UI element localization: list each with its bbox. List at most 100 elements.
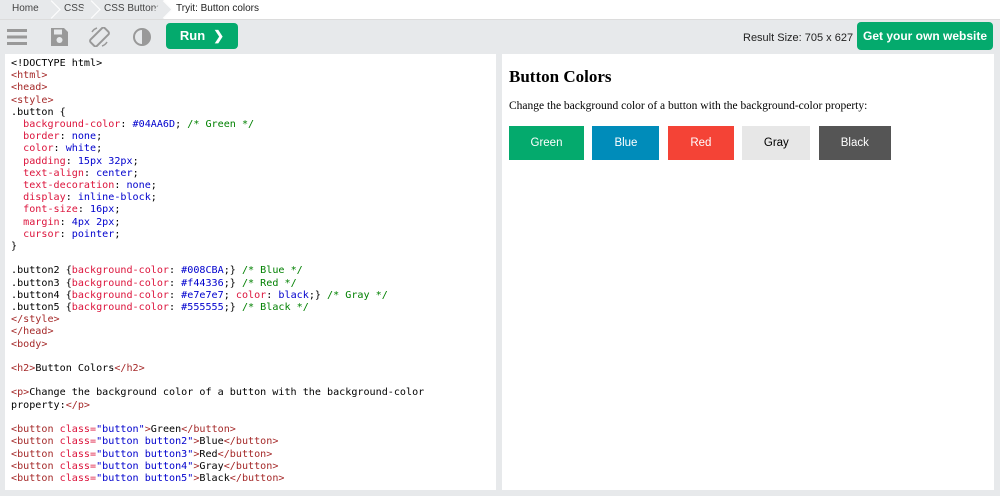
code-token: ; <box>114 228 121 240</box>
code-token: : <box>65 192 78 204</box>
code-token: : <box>53 143 66 155</box>
green-button[interactable]: Green <box>509 126 584 160</box>
code-token: Green <box>150 424 182 436</box>
code-token: </p> <box>65 399 91 411</box>
code-token: class= <box>53 460 97 472</box>
code-line: cursor: pointer; <box>11 229 120 240</box>
code-token: inline-block <box>77 192 151 204</box>
code-token: </button> <box>181 424 236 436</box>
code-token: <button <box>11 472 54 484</box>
code-token: 15px 32px <box>77 155 133 167</box>
code-token: ; <box>96 143 103 155</box>
code-token: Blue <box>199 436 224 448</box>
code-editor[interactable]: <!DOCTYPE html> <html> <head> <style> .b… <box>5 54 496 490</box>
code-token: 4px 2px <box>71 216 115 228</box>
code-line: .button { <box>11 107 66 118</box>
code-line: property:</p> <box>11 400 90 411</box>
code-token: ; <box>132 155 139 167</box>
code-token: font-size <box>23 204 78 216</box>
code-token: .button { <box>11 106 66 118</box>
code-token: class= <box>53 472 97 484</box>
code-token: text-align <box>23 167 84 179</box>
code-token: : <box>77 204 91 216</box>
code-line: background-color: #04AA6D; /* Green */ <box>11 119 254 130</box>
code-token: : <box>114 180 127 192</box>
code-token: </button> <box>217 448 273 460</box>
code-token: 16px <box>90 204 115 216</box>
code-token: "button" <box>96 424 145 436</box>
theme-toggle-icon[interactable] <box>131 27 153 47</box>
code-token: /* Red */ <box>241 277 297 289</box>
code-text[interactable]: <!DOCTYPE html> <html> <head> <style> .b… <box>5 54 496 485</box>
gray-button[interactable]: Gray <box>742 126 811 160</box>
code-token: <button <box>11 460 54 472</box>
code-token: #e7e7e7 <box>181 289 224 301</box>
code-line: </style> <box>11 314 60 325</box>
breadcrumb: Home CSS CSS Buttons Tryit: Button color… <box>0 0 1000 20</box>
code-token: .button4 { <box>11 289 72 301</box>
code-token: <h2> <box>11 363 36 375</box>
run-button[interactable]: Run ❯ <box>166 23 238 49</box>
code-line: .button2 {background-color: #008CBA;} /*… <box>11 265 303 276</box>
code-token: ; <box>96 131 103 143</box>
code-token: : <box>120 119 133 131</box>
result-panel: Button Colors Change the background colo… <box>502 54 994 490</box>
menu-icon[interactable] <box>7 27 29 47</box>
code-token: <button <box>11 424 54 436</box>
code-token: ; <box>150 180 157 192</box>
code-token: Black <box>199 472 230 484</box>
code-token: #555555 <box>181 302 224 314</box>
code-token: <button <box>11 448 54 460</box>
code-token: background-color <box>71 277 170 289</box>
code-line: </head> <box>11 326 54 337</box>
code-token: : <box>65 155 78 167</box>
code-token: text-decoration <box>23 180 115 192</box>
code-token: "button button5" <box>96 472 194 484</box>
code-token: pointer <box>71 228 115 240</box>
breadcrumb-home[interactable]: Home <box>0 0 61 19</box>
red-button[interactable]: Red <box>667 126 734 160</box>
code-token: #04AA6D <box>132 119 176 131</box>
code-token: #f44336 <box>181 277 224 289</box>
blue-button[interactable]: Blue <box>592 126 660 160</box>
code-token: </head> <box>11 326 54 338</box>
code-token: "button button2" <box>96 436 194 448</box>
code-token: : <box>59 131 72 143</box>
code-token: : <box>169 265 182 277</box>
rotate-orientation-icon[interactable] <box>89 27 111 47</box>
code-token: <style> <box>11 94 54 106</box>
code-line: <head> <box>11 82 47 93</box>
code-token: ; <box>223 289 236 301</box>
code-token: </button> <box>223 436 279 448</box>
code-line: display: inline-block; <box>11 192 157 203</box>
code-token: /* Black */ <box>241 302 309 314</box>
chevron-right-icon: ❯ <box>213 28 225 43</box>
code-line: color: white; <box>11 143 102 154</box>
code-token: ; <box>132 167 139 179</box>
code-token: class= <box>53 436 97 448</box>
black-button[interactable]: Black <box>818 126 891 160</box>
code-token: : <box>169 277 182 289</box>
code-token: .button3 { <box>11 277 72 289</box>
code-token: ; <box>175 119 188 131</box>
code-token: /* Gray */ <box>327 289 388 301</box>
result-size: Result Size: 705 x 627 <box>743 32 854 44</box>
code-line: <body> <box>11 339 47 350</box>
code-token: /* Blue */ <box>241 265 303 277</box>
code-token: </button> <box>223 460 279 472</box>
code-line: <html> <box>11 70 47 81</box>
code-line: text-decoration: none; <box>11 180 157 191</box>
breadcrumb-css-buttons[interactable]: CSS Buttons <box>92 0 173 19</box>
code-line: border: none; <box>11 131 102 142</box>
code-line: <button class="button">Green</button> <box>11 424 236 435</box>
code-line: <button class="button button3">Red</butt… <box>11 449 272 460</box>
code-token: background-color <box>71 302 170 314</box>
get-your-own-website-button[interactable]: Get your own website <box>857 22 993 50</box>
code-token: class= <box>53 424 97 436</box>
code-token: Red <box>199 448 218 460</box>
save-icon[interactable] <box>49 27 71 47</box>
